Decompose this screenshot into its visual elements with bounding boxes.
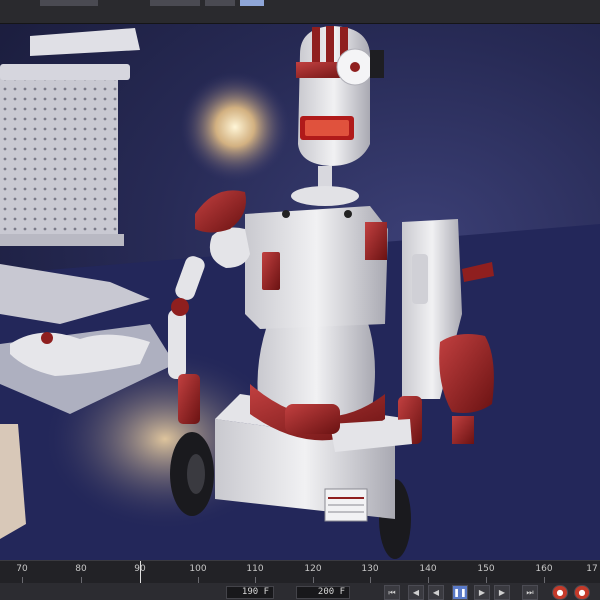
tick-label: 17 — [586, 564, 598, 574]
animation-timeline[interactable]: 70 80 90 100 110 120 130 140 150 160 17 … — [0, 560, 600, 600]
desk-lamp-arm — [30, 28, 140, 56]
chest-panel — [262, 252, 280, 290]
tick-label: 160 — [535, 564, 553, 574]
go-to-start-icon[interactable]: ⏮ — [384, 585, 400, 600]
base-joint — [285, 404, 340, 434]
viewport-render — [0, 26, 600, 560]
pegboard-base — [0, 234, 124, 246]
active-menu-tab[interactable] — [240, 0, 264, 6]
head-side-cap — [370, 50, 384, 78]
shoulder-right-red — [365, 222, 387, 260]
tick-label: 120 — [304, 564, 322, 574]
left-lower-arm — [178, 374, 200, 424]
play-forward-icon[interactable]: ▶ — [474, 585, 490, 600]
menu-tab[interactable] — [150, 0, 200, 6]
current-frame-field[interactable]: 190 F — [226, 586, 274, 599]
tick-label: 150 — [477, 564, 495, 574]
tick-label: 100 — [189, 564, 207, 574]
tick-label: 70 — [16, 564, 28, 574]
tray-part-red — [41, 332, 53, 344]
tick-label: 80 — [75, 564, 87, 574]
top-menu-strip — [0, 0, 600, 24]
timeline-ruler[interactable]: 70 80 90 100 110 120 130 140 150 160 17 — [0, 561, 600, 583]
menu-tab[interactable] — [205, 0, 235, 6]
shelf-top — [0, 64, 130, 80]
end-frame-field[interactable]: 200 F — [296, 586, 350, 599]
menu-tab[interactable] — [40, 0, 98, 6]
go-to-end-icon[interactable]: ⏭ — [522, 585, 538, 600]
pegboard — [0, 74, 118, 244]
play-backward-icon[interactable]: ◀ — [428, 585, 444, 600]
timeline-playhead[interactable] — [140, 561, 141, 583]
3d-viewport[interactable] — [0, 24, 600, 560]
step-forward-icon[interactable]: ▶ — [494, 585, 510, 600]
left-wheel-hub — [187, 454, 205, 494]
right-gripper — [439, 334, 494, 413]
step-back-icon[interactable]: ◀ — [408, 585, 424, 600]
tick-label: 110 — [246, 564, 264, 574]
pause-icon[interactable]: ❚❚ — [452, 585, 468, 600]
left-hand — [195, 190, 246, 233]
tick-label: 140 — [419, 564, 437, 574]
left-forearm — [168, 309, 186, 379]
lamp-light — [180, 72, 290, 182]
record-key-icon[interactable]: ● — [552, 585, 568, 600]
tick-label: 130 — [361, 564, 379, 574]
auto-key-icon[interactable]: ● — [574, 585, 590, 600]
